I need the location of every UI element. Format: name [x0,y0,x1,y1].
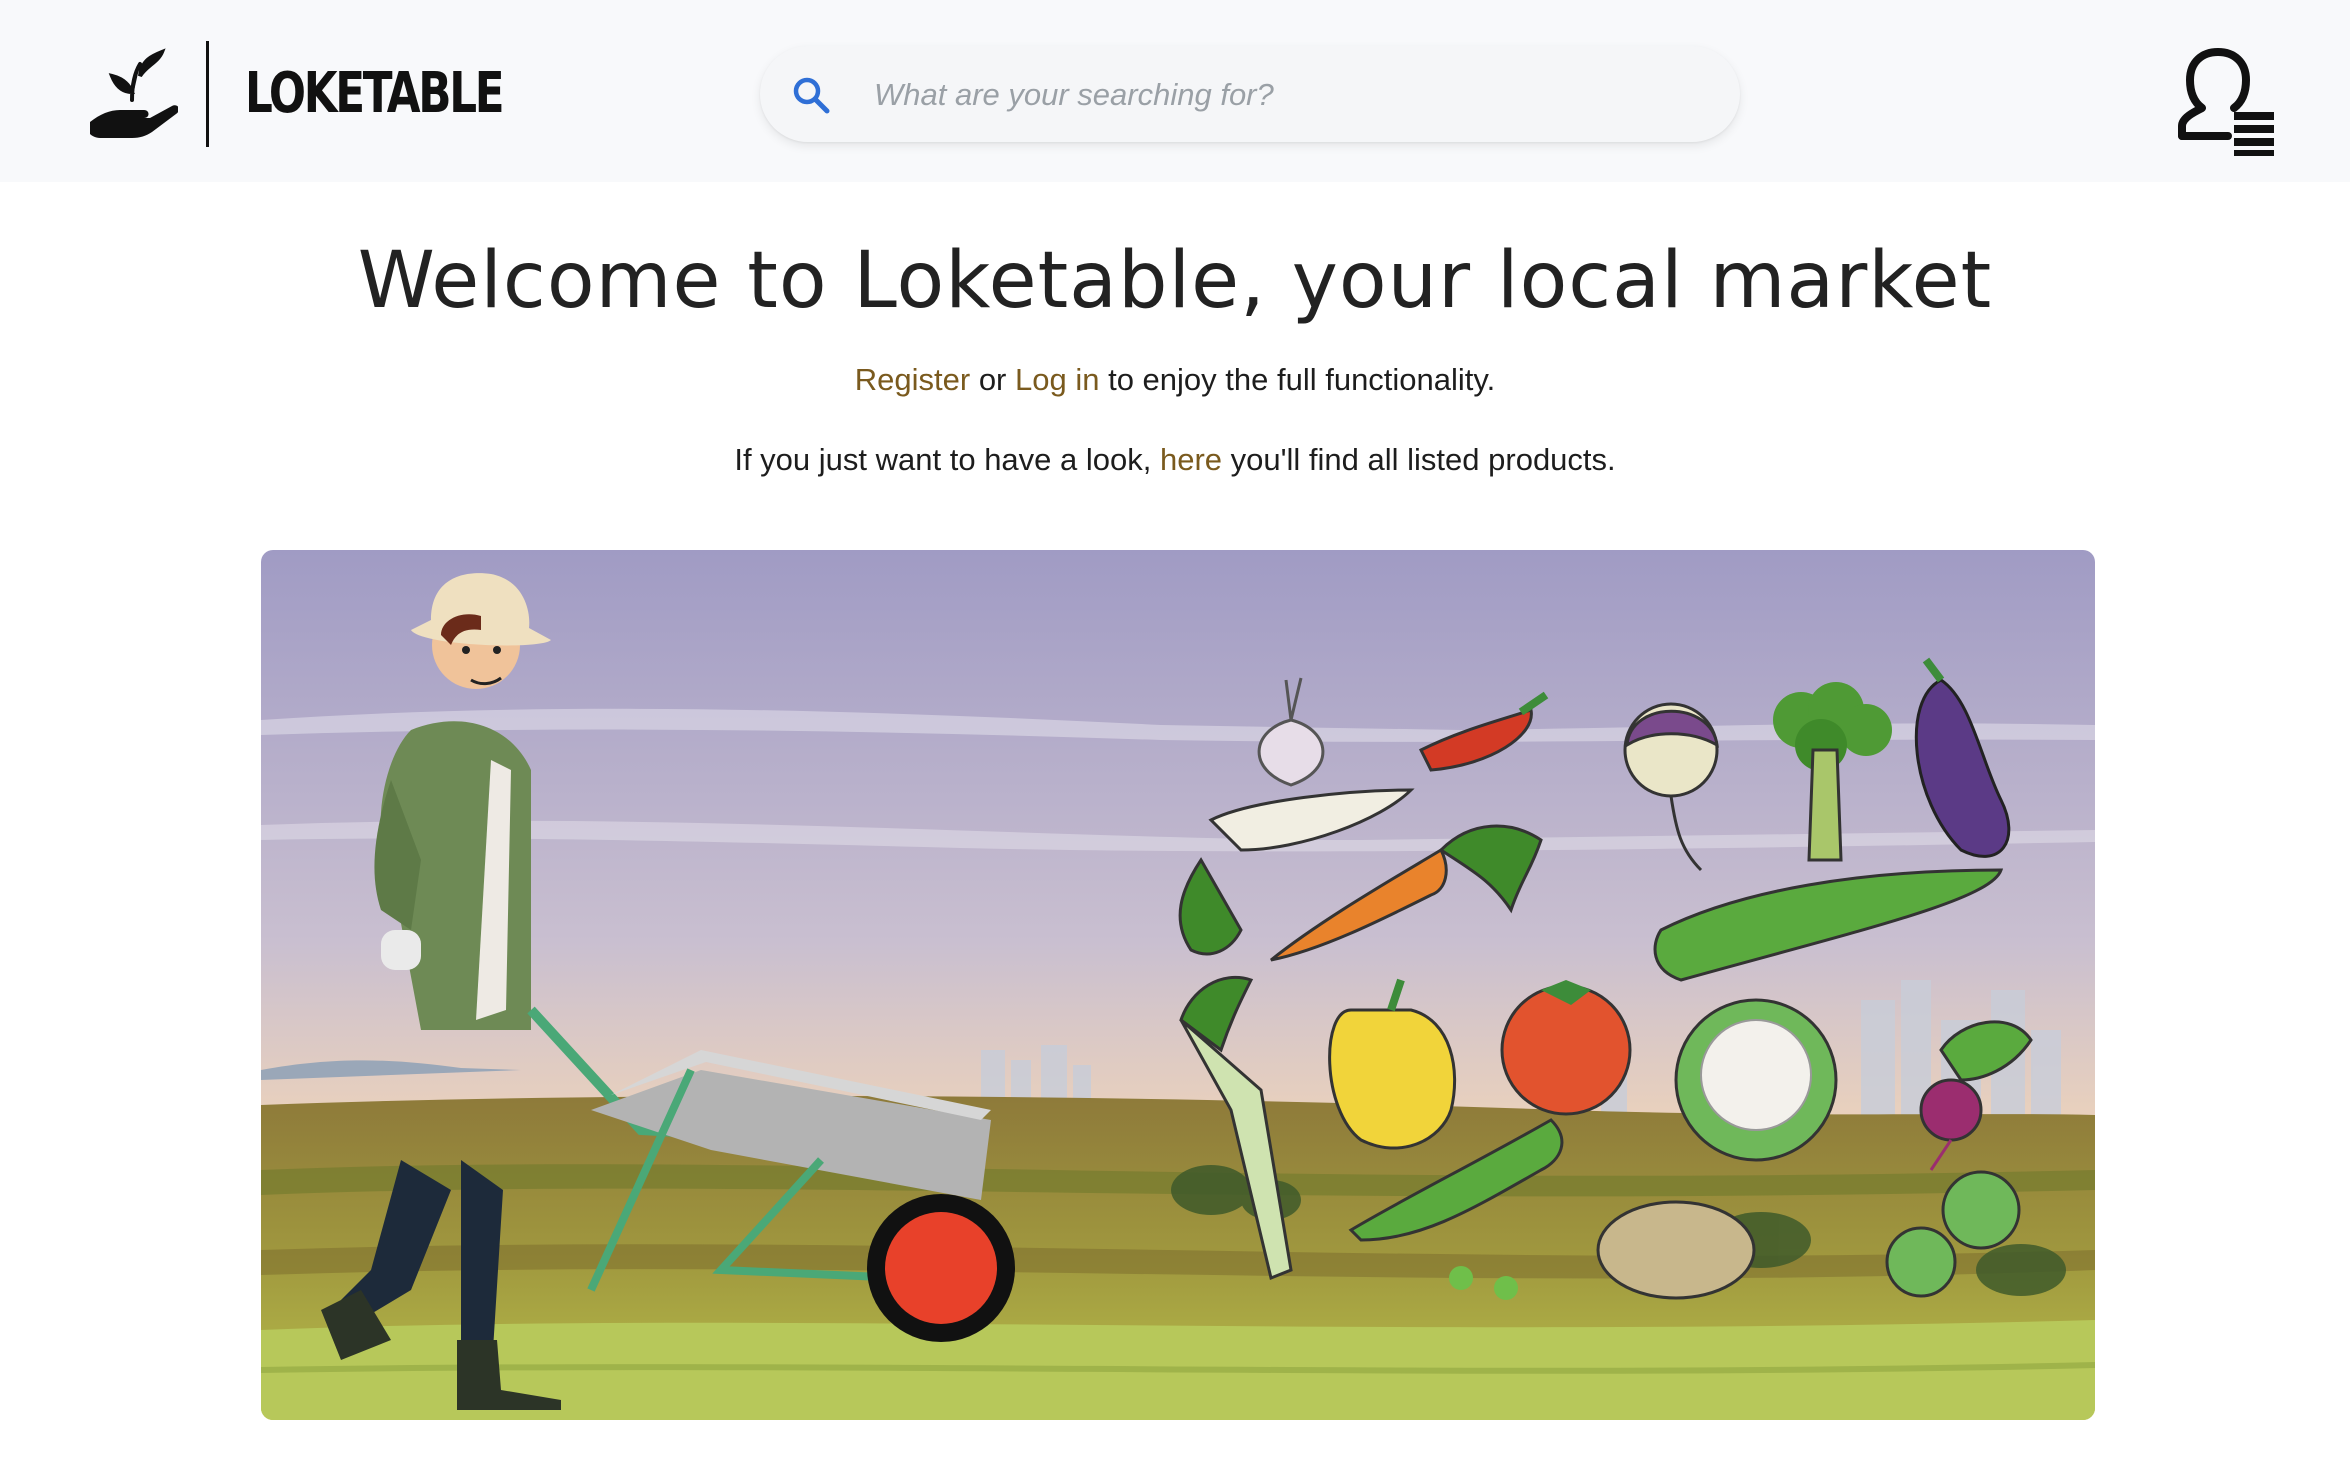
browse-prompt-before: If you just want to have a look, [734,442,1160,477]
browse-prompt: If you just want to have a look, here yo… [0,442,2350,478]
search-input[interactable] [872,64,1716,126]
top-navbar: LOKETABLE [0,0,2350,182]
user-menu-button[interactable] [2172,46,2282,156]
user-menu-icon [2178,48,2274,156]
hero-illustration [261,550,2095,1420]
search-bar[interactable] [760,46,1740,142]
auth-prompt-rest: to enjoy the full functionality. [1099,362,1496,397]
hand-sprout-icon [90,48,178,138]
auth-prompt-or: or [970,362,1015,397]
auth-prompt: Register or Log in to enjoy the full fun… [0,362,2350,398]
brand-name: LOKETABLE [245,61,505,126]
all-products-link[interactable]: here [1160,442,1222,477]
register-link[interactable]: Register [855,362,970,397]
browse-prompt-after: you'll find all listed products. [1222,442,1616,477]
login-link[interactable]: Log in [1015,362,1099,397]
brand-divider [206,41,209,147]
page-title: Welcome to Loketable, your local market [357,236,1993,326]
brand-home-link[interactable]: LOKETABLE [88,40,575,148]
hero-illustration-svg [261,550,2095,1420]
search-icon[interactable] [792,76,830,114]
